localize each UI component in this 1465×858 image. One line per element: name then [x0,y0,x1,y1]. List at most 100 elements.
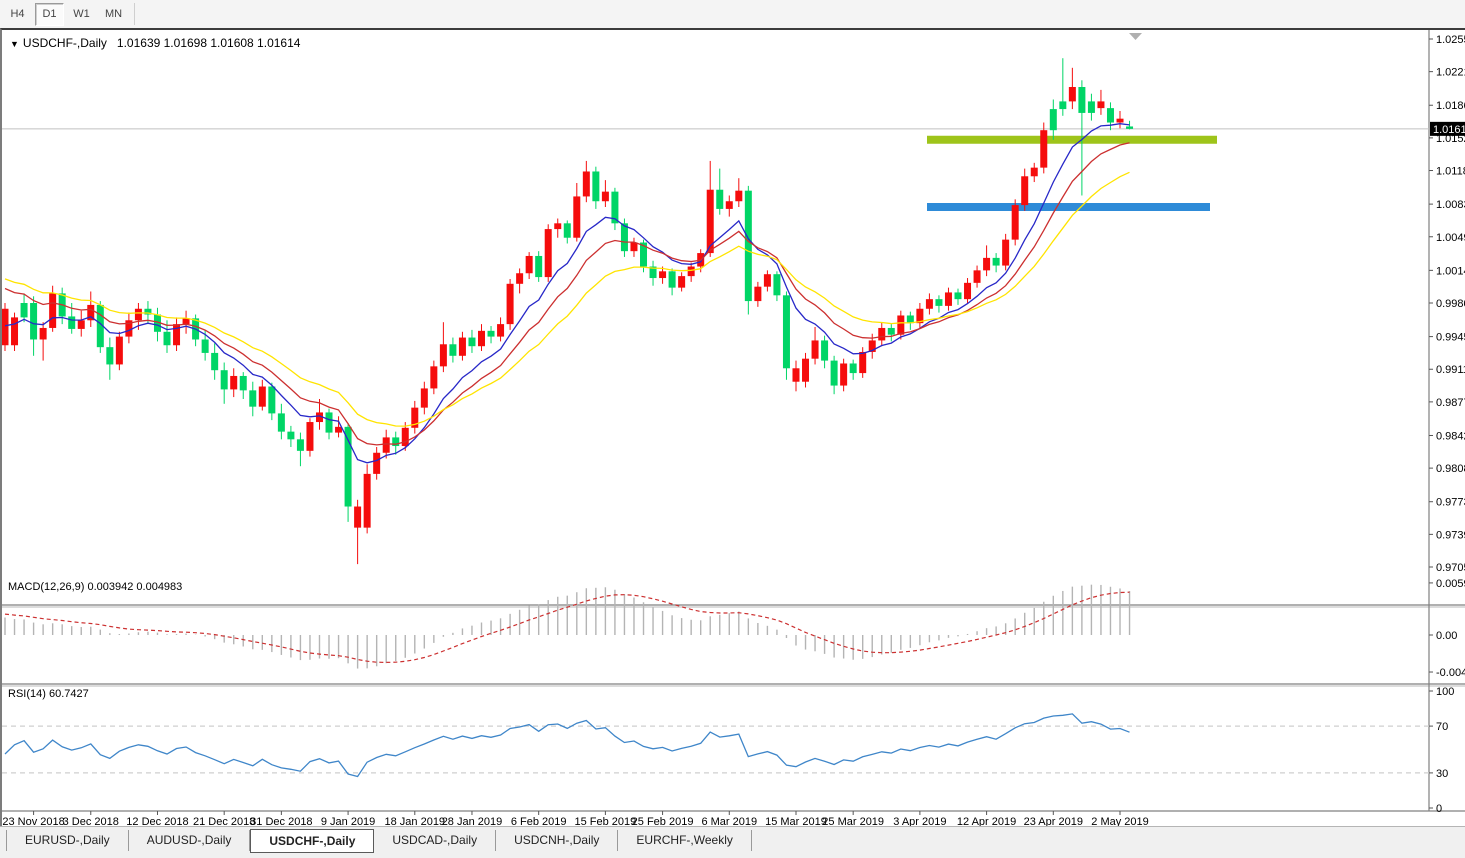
date-axis-label: 3 Apr 2019 [893,816,946,826]
candlestick-series [2,58,1133,564]
candle-body [1107,108,1114,122]
chart-shift-marker-icon[interactable] [1129,33,1142,40]
chart-tab-eurusd-daily[interactable]: EURUSD-,Daily [6,830,129,851]
candle-body [21,303,28,317]
candle-body [1040,130,1047,167]
candle-body [745,191,752,301]
date-axis-label: 21 Dec 2018 [193,816,255,826]
panel-frame-lines [2,30,1465,811]
candle-body [40,328,47,340]
price-axis-label: 0.97730 [1436,497,1465,509]
chart-tab-eurchf-weekly[interactable]: EURCHF-,Weekly [618,830,751,851]
candle-body [888,328,895,335]
current-price-label: 1.01614 [1433,124,1465,136]
candle-body [507,284,514,324]
candle-body [773,274,780,295]
candle-body [897,315,904,334]
candle-body [964,283,971,299]
ohlc-values: 1.01639 1.01698 1.01608 1.01614 [117,36,301,50]
candle-body [735,191,742,202]
candle-body [1078,87,1085,113]
candle-body [430,366,437,388]
candle-body [592,171,599,201]
candle-body [1088,101,1095,113]
candle-body [1097,101,1104,108]
candle-body [678,276,685,288]
price-chart-svg[interactable]: 1.025501.022101.018601.015201.011801.008… [2,30,1465,826]
price-axis-label: 0.99110 [1436,364,1465,376]
price-axis-label: 1.00490 [1436,232,1465,244]
candle-body [716,190,723,209]
price-axis-label: 1.02210 [1436,67,1465,79]
candle-body [726,201,733,209]
macd-axis-label: -0.004243 [1436,667,1465,679]
timeframe-button-w1[interactable]: W1 [67,3,96,26]
chart-tab-usdcnh-daily[interactable]: USDCNH-,Daily [496,830,618,851]
candle-body [573,196,580,237]
candle-body [564,223,571,237]
candle-body [211,353,218,370]
candle-body [78,320,85,329]
price-axis-label: 0.98080 [1436,463,1465,475]
price-axis-label: 1.01180 [1436,166,1465,178]
rsi-series [2,714,1429,777]
candle-body [516,273,523,284]
chart-tab-audusd-daily[interactable]: AUDUSD-,Daily [129,830,251,851]
date-axis-label: 3 Dec 2018 [63,816,119,826]
date-axis-label: 15 Mar 2019 [765,816,827,826]
chart-tab-usdcad-daily[interactable]: USDCAD-,Daily [374,830,496,851]
candle-body [764,274,771,286]
candle-body [1050,109,1057,130]
mt4-window: H4D1W1MN 1.025501.022101.018601.015201.0… [0,0,1465,858]
candle-body [602,192,609,202]
candle-body [688,267,695,277]
price-axis-label: 0.99450 [1436,332,1465,344]
horizontal-sr-lines[interactable] [927,140,1217,207]
timeframe-toolbar: H4D1W1MN [0,0,1465,29]
candle-body [583,171,590,196]
rsi-line [5,714,1130,777]
candle-body [268,387,275,414]
candle-body [792,368,799,381]
date-axis-label: 12 Apr 2019 [957,816,1016,826]
candle-body [287,432,294,440]
chart-title: ▼USDCHF-,Daily1.01639 1.01698 1.01608 1.… [10,36,300,50]
rsi-axis-label: 0 [1436,803,1442,815]
chart-tab-bar: EURUSD-,DailyAUDUSD-,DailyUSDCHF-,DailyU… [0,826,1465,858]
candle-body [402,428,409,446]
date-axis-label: 6 Mar 2019 [701,816,757,826]
candle-body [249,390,256,406]
timeframe-button-mn[interactable]: MN [99,3,128,26]
price-axis-label: 0.99800 [1436,298,1465,310]
candle-body [974,270,981,282]
date-axis-label: 15 Feb 2019 [574,816,636,826]
candle-body [488,331,495,337]
date-axis-label: 2 May 2019 [1091,816,1148,826]
collapse-triangle-icon[interactable]: ▼ [10,39,19,49]
price-axis-label: 0.97390 [1436,529,1465,541]
rsi-axis-label: 30 [1436,768,1448,780]
price-axis-label: 1.00140 [1436,265,1465,277]
candle-body [859,352,866,373]
candle-body [449,344,456,356]
timeframe-button-d1[interactable]: D1 [35,3,64,26]
candle-body [106,347,113,364]
rsi-indicator-label: RSI(14) 60.7427 [8,688,89,700]
candle-body [526,256,533,273]
candle-body [335,427,342,433]
date-axis-label: 23 Nov 2018 [2,816,64,826]
chart-area[interactable]: 1.025501.022101.018601.015201.011801.008… [0,28,1465,826]
candle-body [545,229,552,277]
candle-body [326,412,333,432]
candle-body [306,422,313,451]
candle-body [278,413,285,431]
price-axis-label: 0.98420 [1436,430,1465,442]
timeframe-button-h4[interactable]: H4 [3,3,32,26]
chart-tab-usdchf-daily[interactable]: USDCHF-,Daily [250,829,374,853]
candle-body [1126,126,1133,128]
candle-body [240,376,247,390]
candle-body [630,243,637,252]
price-axis-label: 0.97050 [1436,562,1465,574]
candle-body [878,328,885,340]
date-axis-label: 25 Mar 2019 [822,816,884,826]
